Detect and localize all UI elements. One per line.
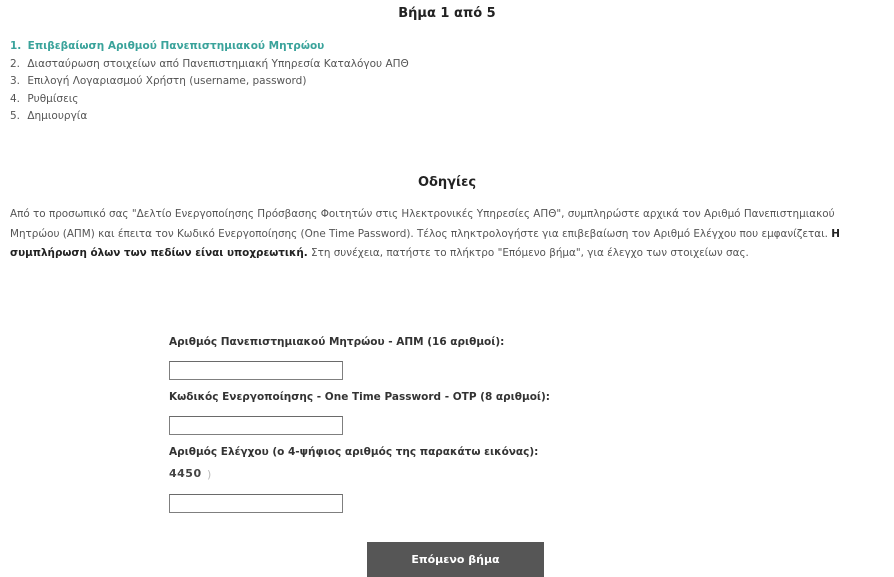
step-label: Δημιουργία: [27, 110, 88, 123]
step-item-3: 3. Επιλογή Λογαριασμού Χρήστη (username,…: [10, 73, 409, 91]
instructions-text-after: Στη συνέχεια, πατήστε το πλήκτρο "Επόμεν…: [311, 247, 749, 259]
step-item-1: 1. Επιβεβαίωση Αριθμού Πανεπιστημιακού Μ…: [10, 38, 409, 56]
step-label: Επιλογή Λογαριασμού Χρήστη (username, pa…: [27, 75, 307, 88]
step-number: 2.: [10, 57, 21, 70]
step-number: 5.: [10, 110, 21, 123]
step-number: 4.: [10, 92, 21, 105]
captcha-noise-icon: ): [207, 468, 212, 481]
step-number: 1.: [10, 40, 22, 52]
apm-input[interactable]: [169, 361, 343, 380]
captcha-label: Αριθμός Ελέγχου (ο 4-ψήφιος αριθμός της …: [169, 446, 539, 458]
captcha-image: 4450 ): [169, 467, 229, 485]
step-label: Επιβεβαίωση Αριθμού Πανεπιστημιακού Μητρ…: [27, 40, 325, 52]
step-item-2: 2. Διασταύρωση στοιχείων από Πανεπιστημι…: [10, 56, 409, 74]
step-title: Βήμα 1 από 5: [398, 6, 496, 21]
step-label: Ρυθμίσεις: [27, 92, 79, 105]
step-label: Διασταύρωση στοιχείων από Πανεπιστημιακή…: [27, 57, 409, 70]
otp-input[interactable]: [169, 416, 343, 435]
apm-label: Αριθμός Πανεπιστημιακού Μητρώου - ΑΠΜ (1…: [169, 336, 505, 348]
instructions-title: Οδηγίες: [417, 175, 477, 190]
otp-label: Κωδικός Ενεργοποίησης - One Time Passwor…: [169, 391, 550, 403]
activation-form: Αριθμός Πανεπιστημιακού Μητρώου - ΑΠΜ (1…: [169, 336, 669, 524]
next-step-button[interactable]: Επόμενο βήμα: [367, 542, 544, 577]
instructions-text: Από το προσωπικό σας "Δελτίο Ενεργοποίησ…: [10, 205, 886, 264]
captcha-image-text: 4450: [169, 467, 202, 480]
step-item-5: 5. Δημιουργία: [10, 108, 409, 126]
step-number: 3.: [10, 75, 21, 88]
captcha-input[interactable]: [169, 494, 343, 513]
step-item-4: 4. Ρυθμίσεις: [10, 91, 409, 109]
instructions-text-before: Από το προσωπικό σας "Δελτίο Ενεργοποίησ…: [10, 208, 835, 240]
steps-list: 1. Επιβεβαίωση Αριθμού Πανεπιστημιακού Μ…: [10, 38, 409, 126]
